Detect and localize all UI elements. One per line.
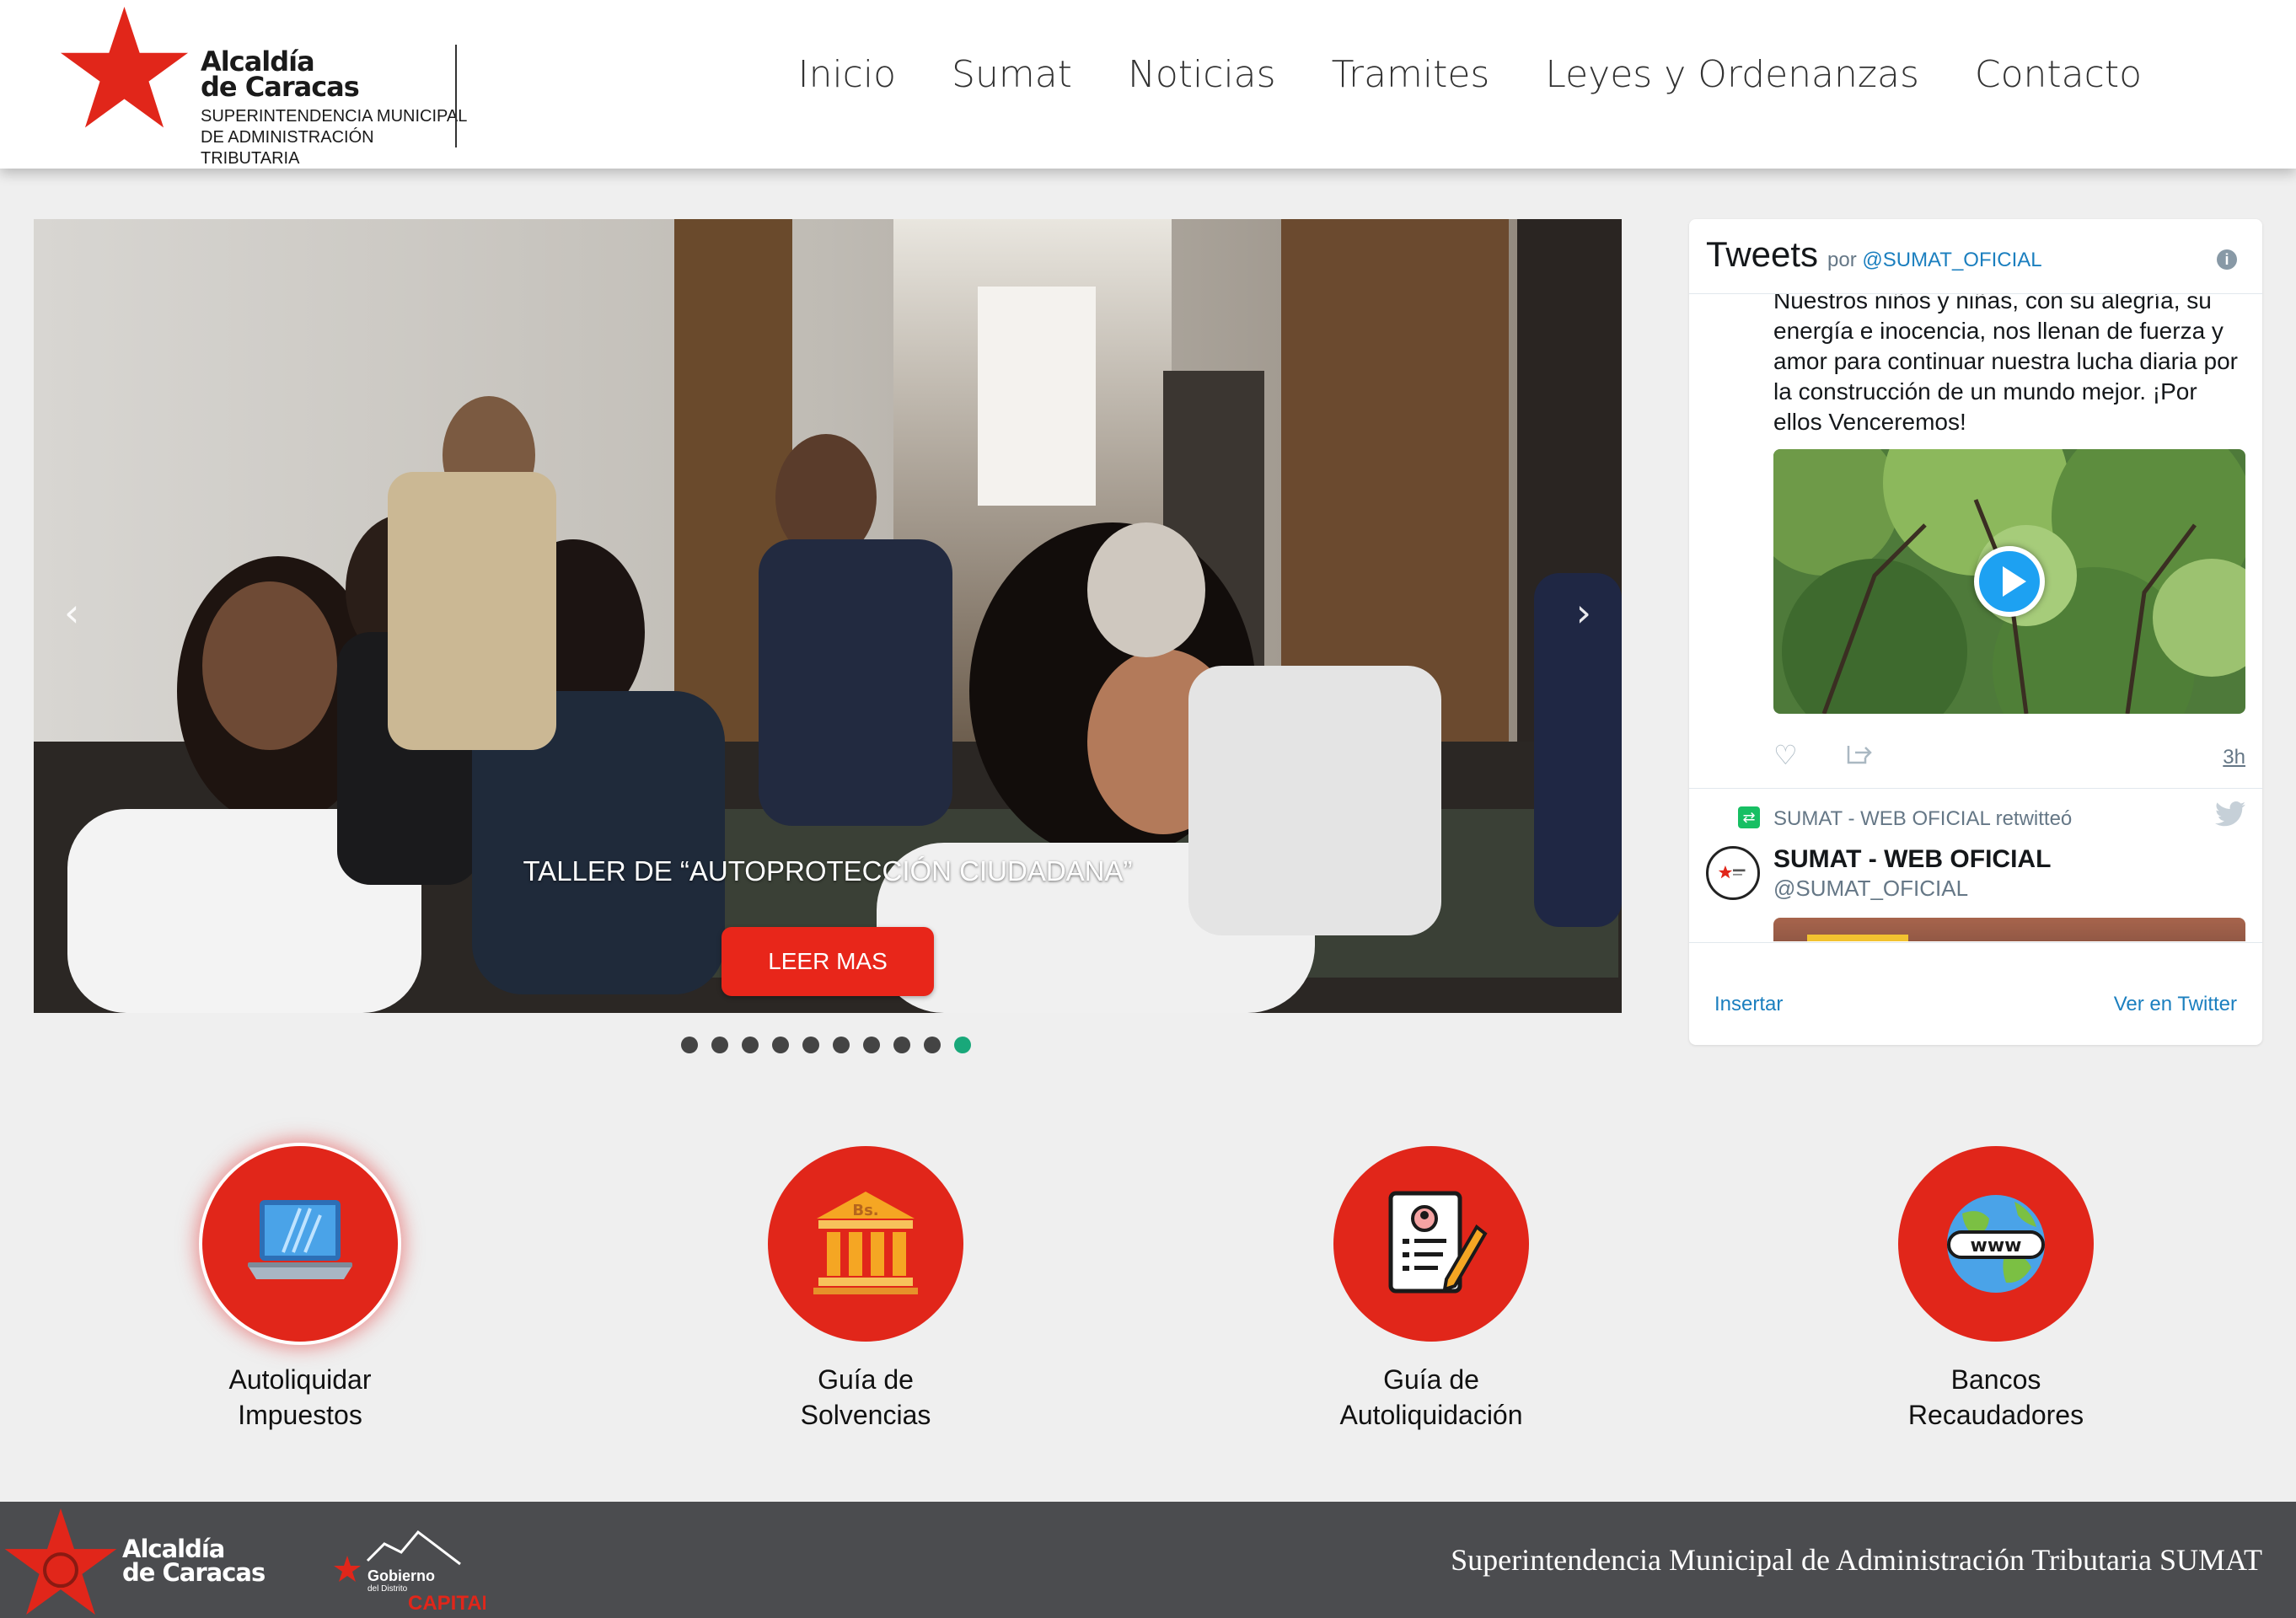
tweet-author-name[interactable]: SUMAT - WEB OFICIAL	[1773, 845, 2051, 874]
play-icon[interactable]	[1974, 546, 2045, 617]
logo-title-line2: de Caracas	[201, 71, 360, 103]
laptop-icon	[248, 1200, 352, 1279]
feature-label: Autoliquidar Impuestos	[123, 1362, 477, 1433]
footer-logo-line2: de Caracas	[122, 1558, 266, 1587]
tweet-time[interactable]: 3h	[2223, 746, 2245, 769]
nav-noticias[interactable]: Noticias	[1100, 47, 1304, 103]
feature-circle: www	[1898, 1146, 2094, 1342]
carousel-dot-2[interactable]	[711, 1037, 728, 1053]
site-footer: Alcaldía de Caracas Gobierno del Distrit…	[0, 1502, 2296, 1618]
footer-text: Superintendencia Municipal de Administra…	[1451, 1543, 2262, 1577]
feature-label-line1: Guía de	[818, 1364, 914, 1395]
red-star-icon	[60, 7, 189, 128]
nav-tramites[interactable]: Tramites	[1304, 47, 1518, 103]
footer-star-logo-icon[interactable]	[3, 1508, 118, 1618]
twitter-bird-icon[interactable]	[2215, 801, 2245, 827]
carousel-dot-1[interactable]	[681, 1037, 698, 1053]
carousel-next-arrow[interactable]: ›	[1576, 590, 1591, 635]
globe-icon-text: www	[1971, 1235, 2022, 1256]
tweets-by-handle-link[interactable]: @SUMAT_OFICIAL	[1862, 249, 2041, 271]
tweet-feed[interactable]: Nuestros niños y niñas, con su alegría, …	[1689, 294, 2262, 941]
retweet-label: SUMAT - WEB OFICIAL retwitteó	[1773, 807, 2073, 830]
feature-circle	[1333, 1146, 1529, 1342]
ver-en-twitter-link[interactable]: Ver en Twitter	[2114, 993, 2237, 1016]
carousel-prev-arrow[interactable]: ‹	[64, 590, 79, 635]
feature-circle: Bs.	[768, 1146, 963, 1342]
leer-mas-button[interactable]: LEER MAS	[722, 927, 934, 996]
tweet-divider	[1689, 788, 2262, 789]
logo-subtitle: SUPERINTENDENCIA MUNICIPAL DE ADMINISTRA…	[201, 106, 470, 169]
news-carousel: ‹ ›	[34, 219, 1622, 1013]
carousel-dots	[681, 1037, 971, 1053]
tweet-video[interactable]	[1773, 449, 2245, 714]
carousel-dot-10-active[interactable]	[954, 1037, 971, 1053]
feature-label-line1: Bancos	[1950, 1364, 2041, 1395]
logo-sub-line1: SUPERINTENDENCIA MUNICIPAL	[201, 107, 468, 126]
gov-logo-line1: Gobierno	[367, 1567, 435, 1584]
feature-label-line1: Guía de	[1383, 1364, 1479, 1395]
feature-guia-autoliquidacion[interactable]: Guía de Autoliquidación	[1254, 1146, 1608, 1441]
feature-label-line2: Solvencias	[800, 1400, 931, 1430]
insertar-link[interactable]: Insertar	[1714, 993, 1783, 1016]
carousel-caption: TALLER DE “AUTOPROTECCIÓN CIUDADANA”	[523, 855, 1133, 887]
nav-inicio[interactable]: Inicio	[770, 47, 924, 103]
info-icon[interactable]: i	[2217, 249, 2237, 270]
flag-yellow-stripe	[1807, 935, 1908, 941]
gov-logo-line3: CAPITAL	[408, 1592, 485, 1615]
nav-contacto[interactable]: Contacto	[1947, 47, 2170, 103]
carousel-dot-4[interactable]	[772, 1037, 789, 1053]
main-nav: Inicio Sumat Noticias Tramites Leyes y O…	[770, 47, 2170, 103]
widget-footer-divider	[1689, 942, 2262, 943]
feature-label: Guía de Solvencias	[689, 1362, 1043, 1433]
carousel-dot-9[interactable]	[924, 1037, 941, 1053]
gov-logo-line2: del Distrito	[367, 1584, 408, 1594]
carousel-dot-3[interactable]	[742, 1037, 759, 1053]
feature-circle	[202, 1146, 398, 1342]
avatar[interactable]	[1706, 846, 1760, 900]
heart-icon[interactable]: ♡	[1773, 739, 1798, 771]
tweets-by-label: por	[1827, 249, 1857, 271]
globe-www-icon: www	[1947, 1195, 2045, 1293]
feature-label: Bancos Recaudadores	[1819, 1362, 2173, 1433]
tweet-image[interactable]	[1773, 918, 2245, 941]
carousel-dot-5[interactable]	[802, 1037, 819, 1053]
share-icon[interactable]	[1845, 741, 1874, 766]
feature-guia-solvencias[interactable]: Bs. Guía de Solvencias	[689, 1146, 1043, 1441]
logo-divider	[455, 45, 457, 147]
footer-logo-text[interactable]: Alcaldía de Caracas	[122, 1535, 266, 1587]
twitter-timeline-widget: Tweets por @SUMAT_OFICIAL i Nuestros niñ…	[1689, 219, 2262, 1045]
feature-label-line2: Impuestos	[238, 1400, 362, 1430]
nav-sumat[interactable]: Sumat	[924, 47, 1100, 103]
feature-label-line2: Autoliquidación	[1339, 1400, 1523, 1430]
carousel-slide-image	[34, 219, 1622, 1013]
tweets-by: por @SUMAT_OFICIAL	[1827, 249, 2042, 272]
document-pencil-icon	[1388, 1191, 1488, 1294]
tweets-title: Tweets	[1706, 234, 1819, 274]
nav-leyes-ordenanzas[interactable]: Leyes y Ordenanzas	[1517, 47, 1947, 103]
carousel-dot-8[interactable]	[893, 1037, 910, 1053]
tweet-text: Nuestros niños y niñas, con su alegría, …	[1773, 294, 2238, 435]
logo-sub-line2: DE ADMINISTRACIÓN TRIBUTARIA	[201, 128, 374, 168]
feature-label: Guía de Autoliquidación	[1254, 1362, 1608, 1433]
feature-label-line2: Recaudadores	[1907, 1400, 2084, 1430]
carousel-dot-6[interactable]	[833, 1037, 850, 1053]
retweet-icon: ⇄	[1738, 806, 1760, 828]
gobierno-capital-logo[interactable]: Gobierno del Distrito CAPITAL	[334, 1527, 485, 1618]
tweet-author-handle[interactable]: @SUMAT_OFICIAL	[1773, 876, 1968, 902]
bank-icon-text: Bs.	[852, 1202, 878, 1219]
feature-bancos-recaudadores[interactable]: www Bancos Recaudadores	[1819, 1146, 2173, 1441]
carousel-dot-7[interactable]	[863, 1037, 880, 1053]
logo-title: Alcaldía de Caracas	[201, 48, 386, 103]
alcaldia-logo[interactable]: Alcaldía de Caracas SUPERINTENDENCIA MUN…	[59, 7, 472, 168]
bank-icon: Bs.	[813, 1192, 918, 1294]
feature-autoliquidar-impuestos[interactable]: Autoliquidar Impuestos	[123, 1146, 477, 1441]
footer-logo-line1: Alcaldía	[122, 1535, 225, 1563]
feature-label-line1: Autoliquidar	[228, 1364, 372, 1395]
tweet-actions: ♡ 3h	[1773, 739, 2245, 773]
site-header: Alcaldía de Caracas SUPERINTENDENCIA MUN…	[0, 0, 2296, 169]
